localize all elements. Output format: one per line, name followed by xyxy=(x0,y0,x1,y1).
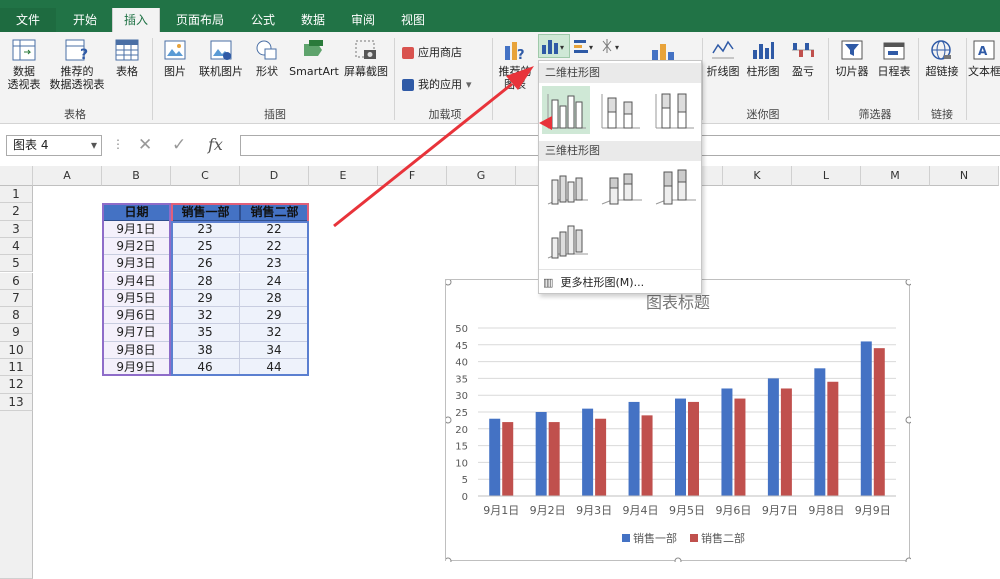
excel-window: 文件 开始 插入 页面布局 公式 数据 审阅 视图 数据 透视表 ? 推荐的 数… xyxy=(0,0,1000,579)
red-pointer-arrow xyxy=(539,116,552,130)
annotation-layer xyxy=(333,66,552,228)
red-arrow-line xyxy=(333,82,513,228)
